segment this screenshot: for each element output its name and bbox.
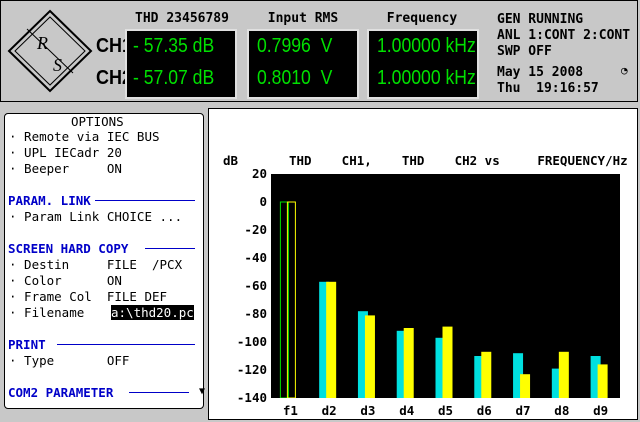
thd-column-title: THD 23456789	[135, 11, 229, 26]
section-screen-hard-copy: SCREEN HARD COPY	[8, 241, 129, 256]
bar-d2-series-2	[326, 281, 337, 398]
y-tick-label: 20	[251, 166, 267, 181]
options-title: OPTIONS	[71, 114, 124, 129]
filename-input[interactable]: a:\thd20.pc	[111, 305, 194, 320]
y-tick-label: -100	[236, 334, 267, 349]
measurement-header: R S CH1 CH2 THD 23456789 Input RMS Frequ…	[0, 0, 638, 102]
section-divider	[129, 392, 189, 393]
graph-panel: dB THD CH1, THD CH2 vs FREQUENCY/Hz 20 0-…	[208, 108, 638, 420]
y-tick-label: -20	[244, 222, 267, 237]
time-display: Thu 19:16:57	[497, 81, 599, 96]
x-tick-label-d7: d7	[515, 403, 531, 418]
bar-d7-series-2	[520, 374, 531, 398]
filename-value[interactable]: a:\thd20.pc	[111, 305, 194, 320]
frequency-display: 1.00000 kHz 1.00000 kHz	[367, 29, 479, 99]
bar-d4-series-2	[403, 328, 414, 398]
rms-ch1-value: 0.7996 V	[257, 35, 333, 57]
y-tick-label: -140	[236, 390, 267, 405]
svg-text:S: S	[53, 55, 62, 75]
options-panel: OPTIONS · Remote via IEC BUS · UPL IECad…	[4, 113, 205, 409]
frequency-column-title: Frequency	[386, 11, 458, 26]
thd-ch2-value: - 57.07 dB	[133, 67, 215, 89]
bar-d8-series-2	[558, 351, 569, 398]
option-destination[interactable]: · Destin FILE /PCX	[9, 257, 182, 272]
bar-d6-series-2	[481, 351, 492, 398]
section-divider	[145, 248, 195, 249]
svg-text:R: R	[36, 33, 48, 53]
x-tick-label-d2: d2	[321, 403, 337, 418]
option-filename-label: · Filename	[9, 305, 85, 320]
x-tick-label-d8: d8	[554, 403, 570, 418]
y-tick-label: -120	[236, 362, 267, 377]
section-com2-parameter: COM2 PARAMETER	[8, 385, 114, 400]
section-print: PRINT	[8, 337, 46, 352]
x-tick-label-d4: d4	[399, 403, 415, 418]
analyzer-status: ANL 1:CONT 2:CONT	[497, 28, 631, 43]
option-frame-color[interactable]: · Frame Col FILE DEF	[9, 289, 167, 304]
option-print-type[interactable]: · Type OFF	[9, 353, 129, 368]
section-param-link: PARAM. LINK	[8, 193, 91, 208]
x-tick-label-d6: d6	[476, 403, 492, 418]
option-remote[interactable]: · Remote via IEC BUS	[9, 129, 160, 144]
rohde-schwarz-logo: R S	[7, 9, 93, 93]
bar-chart-plot	[271, 174, 620, 398]
x-tick-label-f1: f1	[282, 403, 298, 418]
x-tick-label-d9: d9	[593, 403, 609, 418]
sweep-status: SWP OFF	[497, 44, 552, 59]
y-tick-label: -40	[244, 250, 267, 265]
x-tick-label-d5: d5	[437, 403, 454, 418]
y-tick-label: -60	[244, 278, 267, 293]
y-tick-label: 0	[259, 194, 267, 209]
scroll-down-arrow-icon[interactable]: ▼	[199, 386, 205, 397]
option-beeper[interactable]: · Beeper ON	[9, 161, 122, 176]
option-color[interactable]: · Color ON	[9, 273, 122, 288]
x-tick-label-d3: d3	[360, 403, 376, 418]
bar-d3-series-2	[364, 315, 375, 398]
input-rms-display: 0.7996 V 0.8010 V	[247, 29, 359, 99]
bar-d5-series-2	[442, 326, 453, 398]
graph-title: THD CH1, THD CH2 vs FREQUENCY/Hz	[289, 153, 628, 168]
thd-ch1-value: - 57.35 dB	[133, 35, 215, 57]
freq-ch2-value: 1.00000 kHz	[377, 67, 476, 89]
thd-display: - 57.35 dB - 57.07 dB	[125, 29, 237, 99]
generator-status: GEN RUNNING	[497, 12, 584, 27]
section-divider	[95, 200, 195, 201]
rms-ch2-value: 0.8010 V	[257, 67, 333, 89]
bar-d9-series-2	[597, 364, 608, 398]
option-param-link[interactable]: · Param Link CHOICE ...	[9, 209, 182, 224]
date-display: May 15 2008	[497, 65, 584, 80]
option-iec-address[interactable]: · UPL IECadr 20	[9, 145, 122, 160]
section-divider	[57, 344, 195, 345]
input-rms-column-title: Input RMS	[267, 11, 339, 26]
freq-ch1-value: 1.00000 kHz	[377, 35, 476, 57]
clock-icon: ◔	[621, 64, 628, 77]
y-tick-label: -80	[244, 306, 267, 321]
